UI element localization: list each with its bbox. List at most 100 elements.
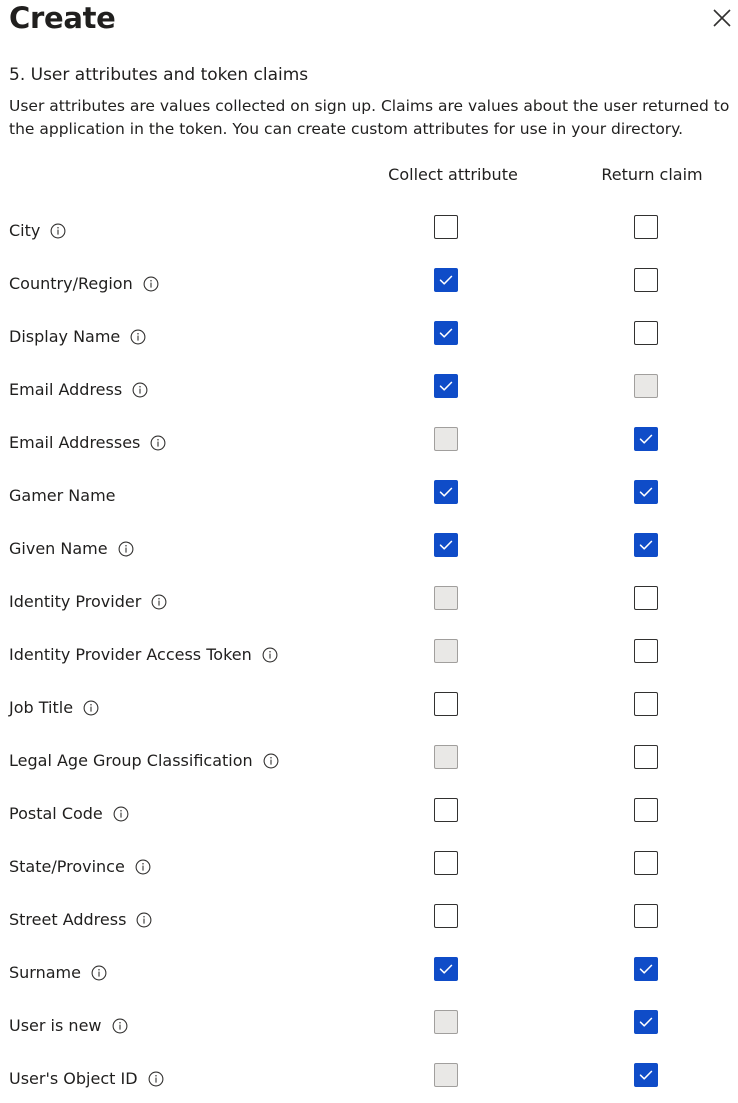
attribute-name: Email Address xyxy=(9,380,123,399)
close-icon[interactable] xyxy=(710,6,734,30)
attribute-name: Country/Region xyxy=(9,274,133,293)
checkmark-icon xyxy=(639,540,653,550)
collect-attribute-checkbox[interactable] xyxy=(434,904,458,928)
collect-attribute-checkbox xyxy=(434,1010,458,1034)
collect-attribute-checkbox[interactable] xyxy=(434,692,458,716)
attribute-row-surname: Surname xyxy=(0,942,738,995)
return-claim-checkbox[interactable] xyxy=(634,798,658,822)
attribute-row-country-region: Country/Region xyxy=(0,253,738,306)
info-icon[interactable] xyxy=(132,382,148,398)
collect-attribute-checkbox[interactable] xyxy=(434,480,458,504)
attribute-row-job-title: Job Title xyxy=(0,677,738,730)
info-icon[interactable] xyxy=(143,276,159,292)
checkmark-icon xyxy=(439,964,453,974)
collect-attribute-checkbox[interactable] xyxy=(434,268,458,292)
attribute-name: Identity Provider Access Token xyxy=(9,645,252,664)
attribute-row-legal-age-group-classification: Legal Age Group Classification xyxy=(0,730,738,783)
attribute-row-gamer-name: Gamer Name xyxy=(0,465,738,518)
collect-attribute-checkbox[interactable] xyxy=(434,321,458,345)
attribute-label: User's Object ID xyxy=(9,1068,164,1090)
info-icon[interactable] xyxy=(148,1071,164,1087)
checkmark-icon xyxy=(439,540,453,550)
collect-attribute-checkbox[interactable] xyxy=(434,851,458,875)
attribute-name: User's Object ID xyxy=(9,1069,138,1088)
return-claim-checkbox[interactable] xyxy=(634,215,658,239)
attribute-label: Email Addresses xyxy=(9,432,166,454)
attribute-name: Identity Provider xyxy=(9,592,142,611)
return-claim-checkbox[interactable] xyxy=(634,639,658,663)
info-icon[interactable] xyxy=(118,541,134,557)
collect-attribute-checkbox[interactable] xyxy=(434,533,458,557)
info-icon[interactable] xyxy=(50,223,66,239)
column-header-claim: Return claim xyxy=(601,165,703,184)
return-claim-checkbox[interactable] xyxy=(634,1063,658,1087)
checkmark-icon xyxy=(439,328,453,338)
info-icon[interactable] xyxy=(135,859,151,875)
return-claim-checkbox[interactable] xyxy=(634,851,658,875)
checkmark-icon xyxy=(639,1017,653,1027)
return-claim-checkbox[interactable] xyxy=(634,321,658,345)
attribute-row-given-name: Given Name xyxy=(0,518,738,571)
attribute-label: State/Province xyxy=(9,856,151,878)
attribute-row-identity-provider-access-token: Identity Provider Access Token xyxy=(0,624,738,677)
section-title: 5. User attributes and token claims xyxy=(9,65,309,85)
info-icon[interactable] xyxy=(150,435,166,451)
collect-attribute-checkbox xyxy=(434,745,458,769)
attribute-name: Surname xyxy=(9,963,81,982)
attributes-list: City Country/Region Display Name Email Addr… xyxy=(0,200,738,1101)
attribute-label: City xyxy=(9,220,66,242)
return-claim-checkbox[interactable] xyxy=(634,904,658,928)
return-claim-checkbox[interactable] xyxy=(634,268,658,292)
collect-attribute-checkbox xyxy=(434,639,458,663)
info-icon[interactable] xyxy=(130,329,146,345)
attribute-row-street-address: Street Address xyxy=(0,889,738,942)
attribute-name: State/Province xyxy=(9,857,125,876)
checkmark-icon xyxy=(439,275,453,285)
collect-attribute-checkbox[interactable] xyxy=(434,374,458,398)
return-claim-checkbox[interactable] xyxy=(634,1010,658,1034)
attribute-label: Email Address xyxy=(9,379,148,401)
info-icon[interactable] xyxy=(151,594,167,610)
info-icon[interactable] xyxy=(263,753,279,769)
return-claim-checkbox[interactable] xyxy=(634,427,658,451)
attribute-label: Job Title xyxy=(9,697,99,719)
collect-attribute-checkbox[interactable] xyxy=(434,215,458,239)
attribute-name: Gamer Name xyxy=(9,486,116,505)
return-claim-checkbox[interactable] xyxy=(634,745,658,769)
info-icon[interactable] xyxy=(91,965,107,981)
attribute-name: Display Name xyxy=(9,327,121,346)
attribute-name: Email Addresses xyxy=(9,433,141,452)
attribute-name: Given Name xyxy=(9,539,108,558)
attribute-label: Identity Provider xyxy=(9,591,167,613)
attribute-label: Gamer Name xyxy=(9,485,116,507)
attribute-label: Legal Age Group Classification xyxy=(9,750,279,772)
collect-attribute-checkbox xyxy=(434,1063,458,1087)
info-icon[interactable] xyxy=(136,912,152,928)
info-icon[interactable] xyxy=(83,700,99,716)
attribute-row-display-name: Display Name xyxy=(0,306,738,359)
return-claim-checkbox[interactable] xyxy=(634,480,658,504)
return-claim-checkbox[interactable] xyxy=(634,533,658,557)
collect-attribute-checkbox xyxy=(434,427,458,451)
return-claim-checkbox[interactable] xyxy=(634,692,658,716)
column-header-collect: Collect attribute xyxy=(388,165,518,184)
attribute-row-identity-provider: Identity Provider xyxy=(0,571,738,624)
info-icon[interactable] xyxy=(262,647,278,663)
collect-attribute-checkbox[interactable] xyxy=(434,957,458,981)
collect-attribute-checkbox[interactable] xyxy=(434,798,458,822)
info-icon[interactable] xyxy=(112,1018,128,1034)
attribute-label: Surname xyxy=(9,962,107,984)
checkmark-icon xyxy=(639,1070,653,1080)
attribute-row-city: City xyxy=(0,200,738,253)
attribute-label: Display Name xyxy=(9,326,146,348)
collect-attribute-checkbox xyxy=(434,586,458,610)
attribute-name: Postal Code xyxy=(9,804,103,823)
info-icon[interactable] xyxy=(113,806,129,822)
return-claim-checkbox[interactable] xyxy=(634,586,658,610)
checkmark-icon xyxy=(439,487,453,497)
attribute-row-state-province: State/Province xyxy=(0,836,738,889)
checkmark-icon xyxy=(639,964,653,974)
attribute-row-email-address: Email Address xyxy=(0,359,738,412)
attribute-name: Legal Age Group Classification xyxy=(9,751,253,770)
return-claim-checkbox[interactable] xyxy=(634,957,658,981)
